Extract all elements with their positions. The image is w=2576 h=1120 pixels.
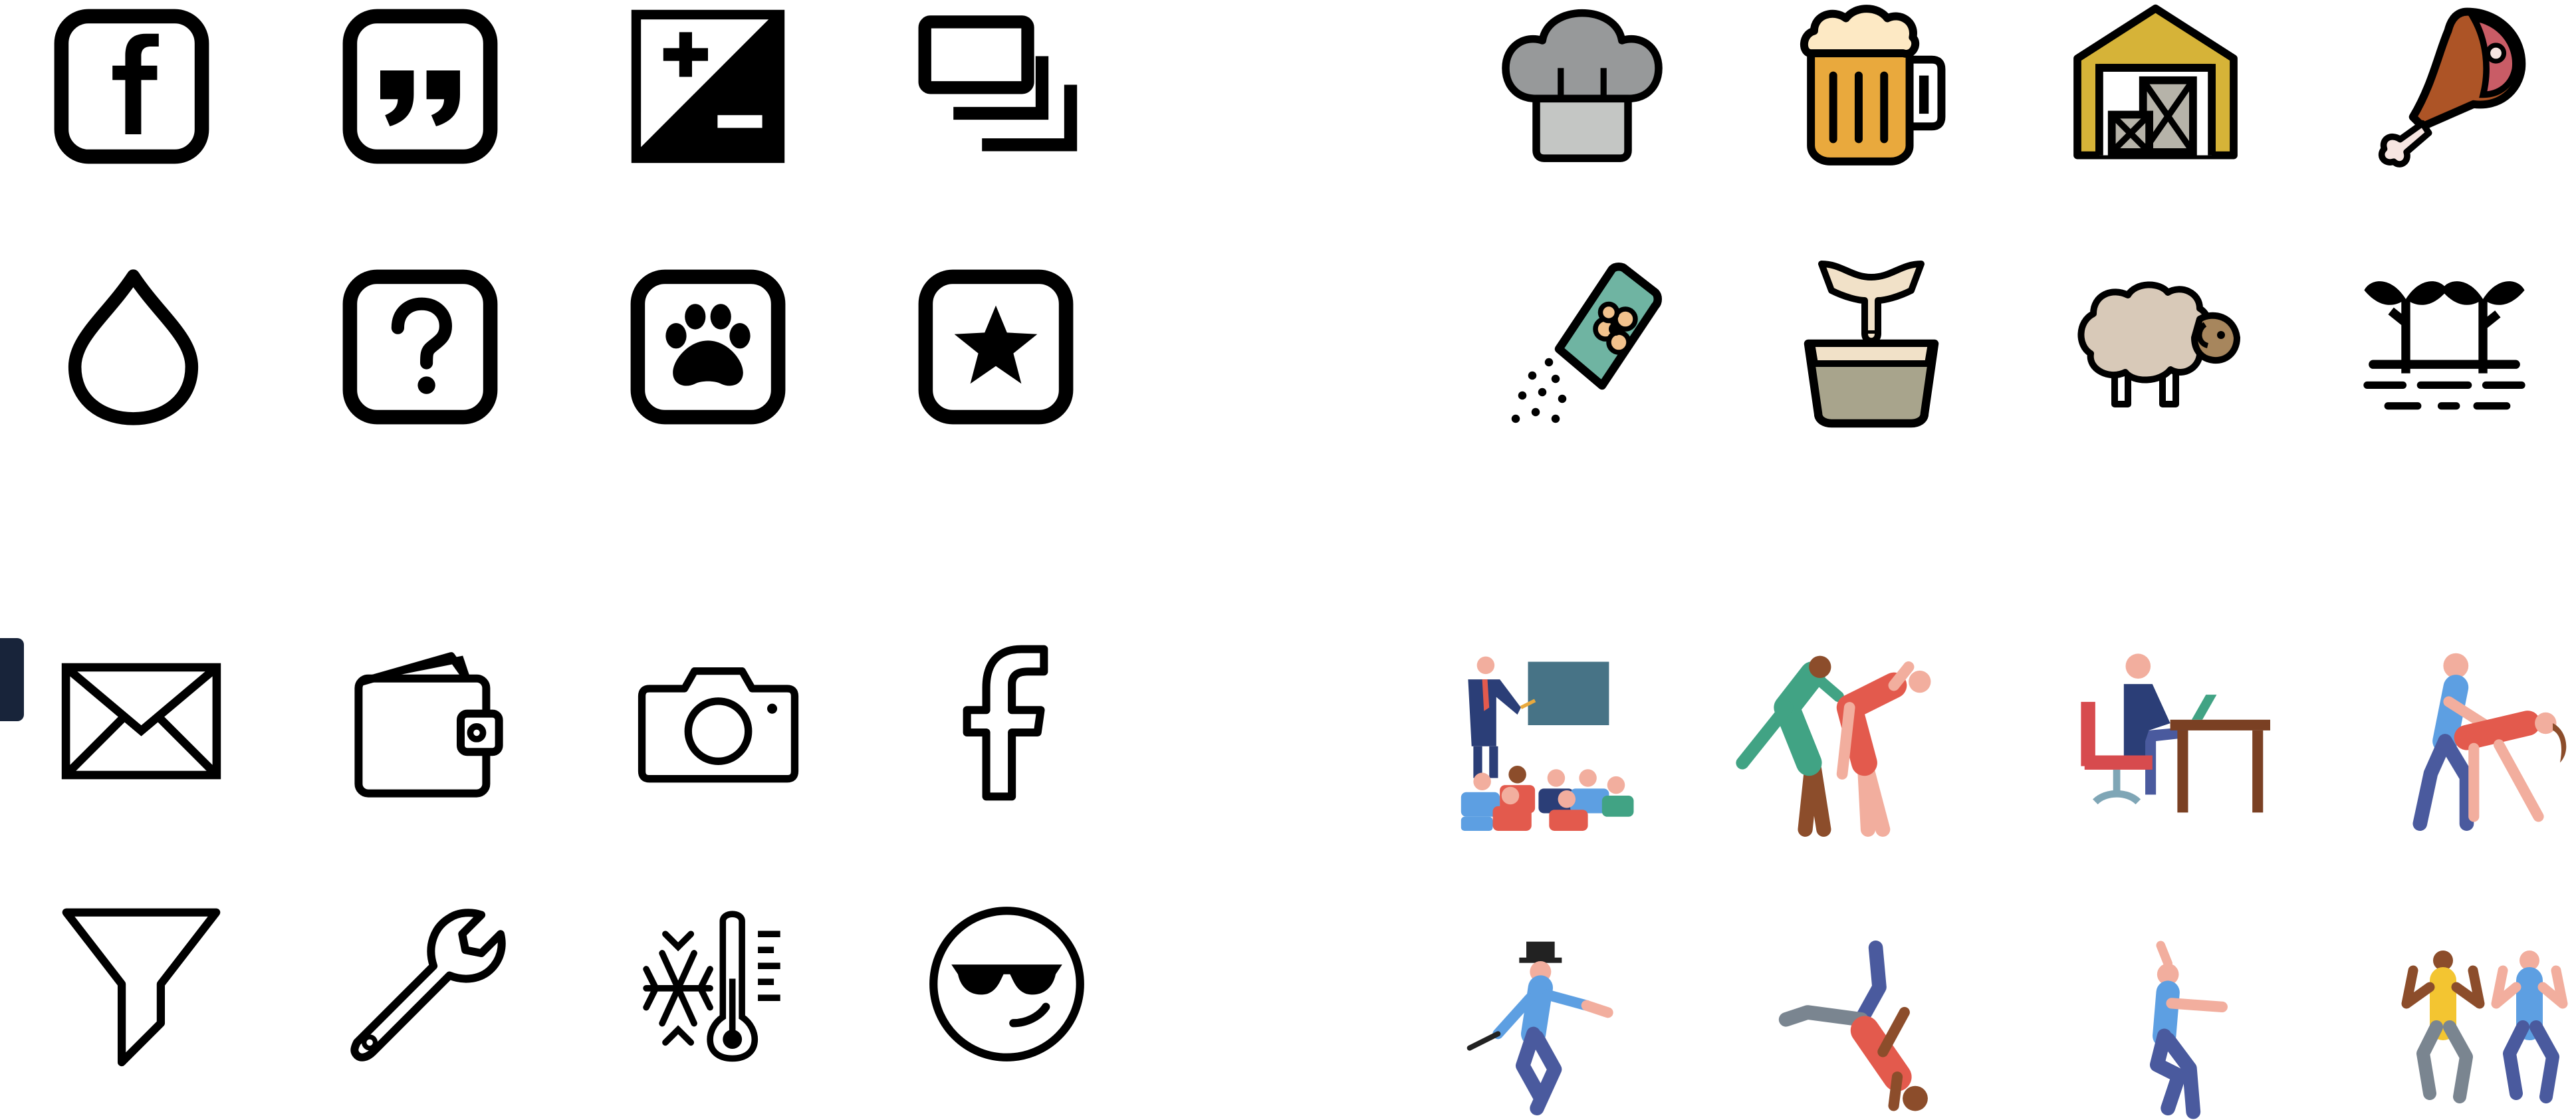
teacher-class-icon: [1456, 655, 1635, 831]
office-desk-icon: [2077, 651, 2270, 831]
star-square-icon: [916, 267, 1076, 427]
massage-icon: [2393, 651, 2576, 831]
ham-leg-icon: [2367, 5, 2529, 168]
dancing-pair-icon: [2400, 947, 2576, 1113]
sprouts-icon: [2361, 266, 2527, 415]
funnel-icon: [60, 903, 223, 1067]
chef-hat-icon: [1499, 9, 1665, 163]
stacked-frames-icon: [916, 13, 1082, 156]
tap-dancer-icon: [1463, 941, 1622, 1120]
milk-bucket-icon: [1802, 261, 1941, 428]
sheep-icon: [2074, 279, 2240, 412]
breakdancer-icon: [1778, 941, 1944, 1120]
stretching-pair-icon: [1735, 651, 1934, 838]
cool-face-icon: [925, 903, 1088, 1065]
camera-icon: [637, 658, 800, 784]
quote-square-icon: [340, 7, 500, 166]
exposure-plus-minus-icon: [628, 7, 788, 166]
facebook-square-icon: [52, 7, 211, 166]
barn-icon: [2073, 4, 2238, 162]
facebook-f-icon: [961, 641, 1050, 804]
seed-bag-icon: [1509, 259, 1662, 425]
envelope-icon: [60, 661, 223, 781]
water-drop-icon: [65, 266, 201, 429]
wrench-icon: [346, 905, 509, 1065]
paw-square-icon: [628, 267, 788, 427]
help-square-icon: [340, 267, 500, 427]
dancer-icon: [2117, 937, 2240, 1120]
cold-thermometer-icon: [638, 905, 801, 1065]
wallet-icon: [349, 643, 509, 803]
beer-mug-icon: [1798, 5, 1948, 166]
window-edge-tab: [0, 638, 24, 721]
